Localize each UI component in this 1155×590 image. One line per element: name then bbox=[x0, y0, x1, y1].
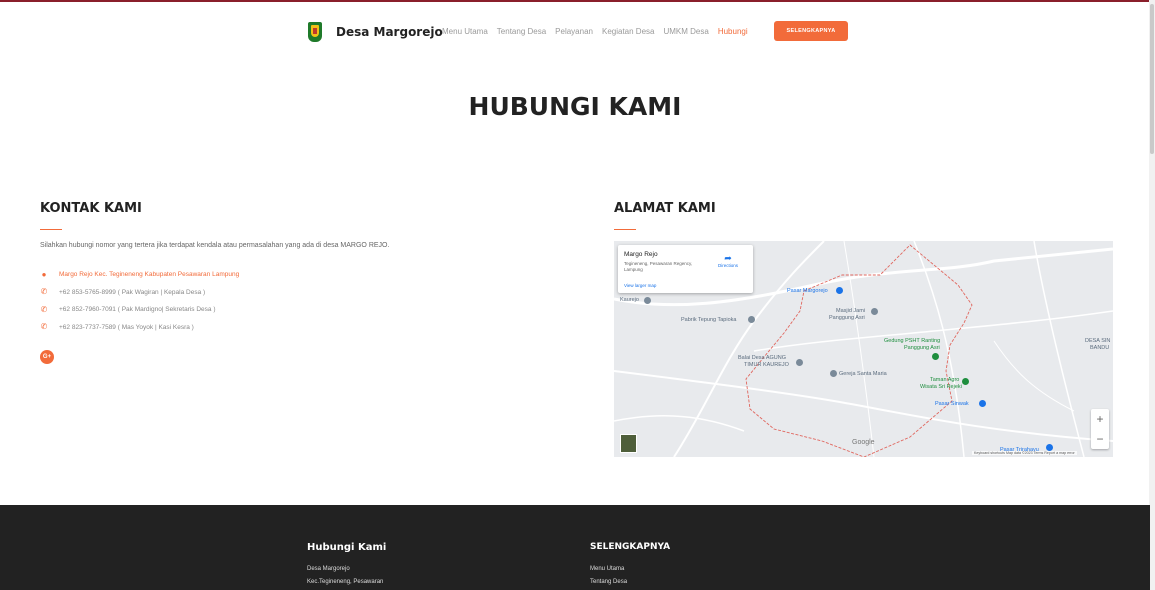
nav-item-menu-utama[interactable]: Menu Utama bbox=[442, 27, 488, 36]
map-label-pabrik[interactable]: Pabrik Tepung Tapioka bbox=[681, 317, 736, 323]
village-crest-icon bbox=[308, 22, 322, 42]
page-scrollbar[interactable] bbox=[1149, 0, 1155, 590]
contact-intro: Silahkan hubungi nomor yang tertera jika… bbox=[40, 242, 390, 249]
map-label-masjid[interactable]: Masjid Jami bbox=[836, 308, 865, 314]
phone-text[interactable]: +62 823-7737-7589 ( Mas Yoyok | Kasi Kes… bbox=[59, 324, 194, 331]
phone-text[interactable]: +62 852-7960-7091 ( Pak Mardigno| Sekret… bbox=[59, 306, 216, 313]
map-pin-icon[interactable] bbox=[836, 287, 843, 294]
phone-text[interactable]: +62 853-5765-8999 ( Pak Wagiran | Kepala… bbox=[59, 289, 205, 296]
map-label-kaurejo[interactable]: Kaurejo bbox=[620, 297, 639, 303]
map-label-balai[interactable]: Balai Desa AGUNG bbox=[738, 355, 786, 361]
scrollbar-thumb[interactable] bbox=[1150, 4, 1154, 154]
google-plus-icon[interactable]: G+ bbox=[40, 350, 54, 364]
map-label-gedung-2[interactable]: Panggung Asri bbox=[904, 345, 940, 351]
embedded-map[interactable]: Margo Rejo Tegineneng, Pesawaran Regency… bbox=[614, 241, 1113, 457]
map-zoom-controls: + − bbox=[1091, 409, 1109, 449]
contact-list: ● Margo Rejo Kec. Tegineneng Kabupaten P… bbox=[40, 266, 240, 337]
contact-phone: ✆ +62 853-5765-8999 ( Pak Wagiran | Kepa… bbox=[40, 284, 239, 302]
map-pin-icon[interactable] bbox=[644, 297, 651, 304]
brand-name: Desa Margorejo bbox=[336, 25, 443, 39]
map-pin-icon[interactable] bbox=[1046, 444, 1053, 451]
address-heading-underline bbox=[614, 229, 636, 230]
address-text[interactable]: Margo Rejo Kec. Tegineneng Kabupaten Pes… bbox=[59, 271, 239, 278]
nav-item-kegiatan-desa[interactable]: Kegiatan Desa bbox=[602, 27, 654, 36]
map-place-title: Margo Rejo bbox=[624, 251, 658, 258]
map-label-gereja[interactable]: Gereja Santa Maria bbox=[839, 371, 887, 377]
map-place-subtitle: Tegineneng, Pesawaran Regency, Lampung bbox=[624, 261, 693, 272]
footer-link-menu-utama[interactable]: Menu Utama bbox=[590, 566, 624, 572]
directions-button[interactable]: ➦ Directions bbox=[710, 253, 746, 268]
view-larger-map-link[interactable]: View larger map bbox=[624, 283, 656, 288]
map-label-taman-2[interactable]: Wisata Sri Rejeki bbox=[920, 384, 962, 390]
footer-links-title: SELENGKAPNYA bbox=[590, 542, 671, 552]
map-label-gedung[interactable]: Gedung PSHT Ranting bbox=[884, 338, 940, 344]
map-marker-icon: ● bbox=[41, 269, 47, 279]
footer-contact-line: Desa Margorejo bbox=[307, 566, 350, 572]
phone-icon: ✆ bbox=[40, 304, 48, 314]
map-label-pasar-sinwak[interactable]: Pasar Sinwak bbox=[935, 401, 969, 407]
main-menu: Menu Utama Tentang Desa Pelayanan Kegiat… bbox=[442, 27, 748, 36]
map-label-panggung[interactable]: Panggung Asri bbox=[829, 315, 865, 321]
top-navbar: Desa Margorejo Menu Utama Tentang Desa P… bbox=[0, 20, 1150, 48]
zoom-in-button[interactable]: + bbox=[1091, 409, 1109, 429]
map-pin-icon[interactable] bbox=[830, 370, 837, 377]
directions-icon: ➦ bbox=[724, 253, 732, 263]
nav-item-tentang-desa[interactable]: Tentang Desa bbox=[497, 27, 546, 36]
brand-link[interactable]: Desa Margorejo bbox=[308, 22, 443, 42]
map-pin-icon[interactable] bbox=[871, 308, 878, 315]
map-info-card: Margo Rejo Tegineneng, Pesawaran Regency… bbox=[618, 245, 753, 293]
phone-icon: ✆ bbox=[40, 287, 48, 297]
directions-label: Directions bbox=[717, 263, 738, 268]
map-label-bandung[interactable]: BANDU bbox=[1090, 345, 1109, 351]
top-accent-line bbox=[0, 0, 1155, 2]
map-label-pasar-margorejo[interactable]: Pasar Margorejo bbox=[787, 288, 828, 294]
site-footer: Hubungi Kami Desa Margorejo Kec.Teginene… bbox=[0, 505, 1150, 590]
google-logo: Google bbox=[852, 439, 875, 446]
contact-phone: ✆ +62 852-7960-7091 ( Pak Mardigno| Sekr… bbox=[40, 301, 239, 319]
map-attribution[interactable]: Keyboard shortcuts Map data ©2023 Terms … bbox=[972, 451, 1077, 455]
nav-item-pelayanan[interactable]: Pelayanan bbox=[555, 27, 593, 36]
nav-item-hubungi[interactable]: Hubungi bbox=[718, 27, 748, 36]
map-label-desa-sin[interactable]: DESA SIN bbox=[1085, 338, 1110, 344]
map-label-taman[interactable]: Taman Agro bbox=[930, 377, 959, 383]
contact-heading-underline bbox=[40, 229, 62, 230]
page-title: HUBUNGI KAMI bbox=[468, 92, 682, 121]
map-pin-icon[interactable] bbox=[796, 359, 803, 366]
contact-heading: KONTAK KAMI bbox=[40, 201, 142, 216]
footer-contact-title: Hubungi Kami bbox=[307, 542, 387, 553]
satellite-toggle-button[interactable] bbox=[620, 434, 637, 453]
map-pin-icon[interactable] bbox=[932, 353, 939, 360]
map-pin-icon[interactable] bbox=[979, 400, 986, 407]
footer-contact-line: Kec.Tegineneng, Pesawaran bbox=[307, 579, 384, 585]
map-label-balai-2[interactable]: TIMUR KAUREJO bbox=[744, 362, 789, 368]
map-pin-icon[interactable] bbox=[962, 378, 969, 385]
contact-address: ● Margo Rejo Kec. Tegineneng Kabupaten P… bbox=[40, 266, 240, 284]
contact-phone: ✆ +62 823-7737-7589 ( Mas Yoyok | Kasi K… bbox=[40, 319, 239, 337]
phone-icon: ✆ bbox=[40, 322, 48, 332]
nav-item-umkm-desa[interactable]: UMKM Desa bbox=[663, 27, 708, 36]
map-pin-icon[interactable] bbox=[748, 316, 755, 323]
selengkapnya-button[interactable]: SELENGKAPNYA bbox=[774, 21, 848, 41]
footer-link-tentang-desa[interactable]: Tentang Desa bbox=[590, 579, 627, 585]
zoom-out-button[interactable]: − bbox=[1091, 429, 1109, 449]
address-heading: ALAMAT KAMI bbox=[614, 201, 716, 216]
